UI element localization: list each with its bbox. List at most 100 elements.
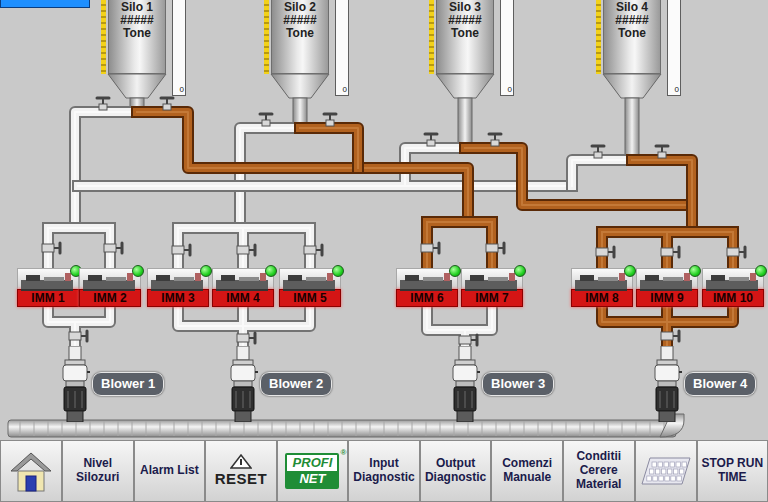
reset-label: RESET (215, 470, 268, 487)
level-strip (264, 0, 269, 74)
pipe (632, 160, 692, 232)
blower-icon (228, 346, 258, 422)
valve-icon[interactable] (161, 98, 173, 110)
button-label: Alarm List (140, 464, 199, 478)
level-gauge: 0 (500, 0, 514, 96)
reset-button[interactable]: RESET (205, 440, 277, 502)
silo-reading: ##### (448, 14, 481, 27)
machine[interactable]: IMM 8 (571, 268, 633, 307)
valve-icon[interactable] (304, 245, 322, 255)
machine[interactable]: IMM 9 (636, 268, 698, 307)
silo-body[interactable]: Silo 2#####Tone (271, 0, 329, 74)
machine[interactable]: IMM 10 (702, 268, 764, 307)
silo-body[interactable]: Silo 1#####Tone (108, 0, 166, 74)
machine[interactable]: IMM 4 (212, 268, 274, 307)
machine-label: IMM 10 (702, 289, 764, 307)
profinet-button[interactable]: PROFINET® (277, 440, 349, 502)
process-diagram: Silo 1#####Tone0Silo 2#####Tone0Silo 3##… (0, 0, 768, 440)
machine[interactable]: IMM 1 (17, 268, 79, 307)
valve-icon[interactable] (421, 243, 439, 253)
machine[interactable]: IMM 5 (279, 268, 341, 307)
machine-label: IMM 3 (147, 289, 209, 307)
logo-text: PROFI (287, 455, 337, 471)
silo-body[interactable]: Silo 4#####Tone (603, 0, 661, 74)
silo-body[interactable]: Silo 3#####Tone (436, 0, 494, 74)
valve-icon[interactable] (104, 243, 122, 253)
valve-icon[interactable] (237, 245, 255, 255)
machine-label: IMM 5 (279, 289, 341, 307)
valve-icon[interactable] (661, 247, 679, 257)
machine-label: IMM 8 (571, 289, 633, 307)
status-dot (332, 265, 344, 277)
machine[interactable]: IMM 3 (147, 268, 209, 307)
silo-reading: ##### (283, 14, 316, 27)
machine[interactable]: IMM 6 (396, 268, 458, 307)
silo-unit: Tone (286, 27, 314, 40)
pipe (427, 306, 492, 350)
pipe (240, 128, 300, 228)
blower-label: Blower 1 (92, 372, 164, 396)
blower-icon (60, 346, 90, 422)
status-dot (755, 265, 767, 277)
valve-icon[interactable] (97, 98, 109, 110)
blower[interactable] (60, 346, 90, 422)
blower-label: Blower 3 (482, 372, 554, 396)
toolbar-button[interactable]: Input Diagnostic (348, 440, 420, 502)
valve-icon[interactable] (661, 331, 679, 341)
pipe (300, 128, 358, 168)
home-button[interactable] (0, 440, 62, 502)
blower[interactable] (652, 346, 682, 422)
button-label: Comenzi Manuale (494, 457, 560, 485)
blower[interactable] (450, 346, 480, 422)
toolbar-button[interactable]: STOP RUN TIME (697, 440, 768, 502)
silo-reading: ##### (615, 14, 648, 27)
logo-text: NET (287, 471, 337, 487)
level-gauge: 0 (335, 0, 349, 96)
valve-icon[interactable] (237, 333, 255, 343)
status-dot (514, 265, 526, 277)
valve-icon[interactable] (727, 247, 745, 257)
blower[interactable] (228, 346, 258, 422)
silo: Silo 1#####Tone0 (101, 0, 186, 96)
toolbar-button[interactable]: Comenzi Manuale (491, 440, 563, 502)
toolbar-button[interactable]: Alarm List (134, 440, 206, 502)
toolbar-button[interactable]: Output Diagnostic (420, 440, 492, 502)
signpost-icon (230, 454, 252, 470)
silo-cone (436, 74, 494, 148)
status-dot (624, 265, 636, 277)
valve-icon[interactable] (69, 331, 87, 341)
valve-icon[interactable] (596, 247, 614, 257)
valve-icon[interactable] (656, 146, 668, 158)
valve-icon[interactable] (459, 335, 477, 345)
valve-icon[interactable] (42, 243, 60, 253)
silo-name: Silo 2 (284, 1, 316, 14)
conveyor-pipe (8, 414, 684, 437)
silo: Silo 2#####Tone0 (264, 0, 349, 96)
keyboard-button[interactable] (635, 440, 697, 502)
pipe (465, 148, 692, 205)
valve-icon[interactable] (260, 114, 272, 126)
pipe (602, 232, 733, 270)
machine[interactable]: IMM 7 (461, 268, 523, 307)
status-dot (200, 265, 212, 277)
header-button[interactable] (0, 0, 90, 8)
valve-icon[interactable] (486, 243, 504, 253)
status-dot (265, 265, 277, 277)
toolbar: Nivel Silozuri Alarm List RESET PROFINET®In… (0, 440, 768, 502)
machine[interactable]: IMM 2 (79, 268, 141, 307)
button-label: Conditii Cerere Material (566, 450, 632, 491)
toolbar-button[interactable]: Conditii Cerere Material (563, 440, 635, 502)
machine-label: IMM 1 (17, 289, 79, 307)
status-dot (689, 265, 701, 277)
level-strip (429, 0, 434, 74)
profinet-logo: PROFINET® (285, 453, 339, 489)
level-gauge: 0 (667, 0, 681, 96)
valve-icon[interactable] (425, 134, 437, 146)
status-dot (132, 265, 144, 277)
valve-icon[interactable] (324, 114, 336, 126)
valve-icon[interactable] (172, 245, 190, 255)
toolbar-button[interactable]: Nivel Silozuri (62, 440, 134, 502)
valve-icon[interactable] (592, 146, 604, 158)
valve-icon[interactable] (489, 134, 501, 146)
silo: Silo 3#####Tone0 (429, 0, 514, 96)
